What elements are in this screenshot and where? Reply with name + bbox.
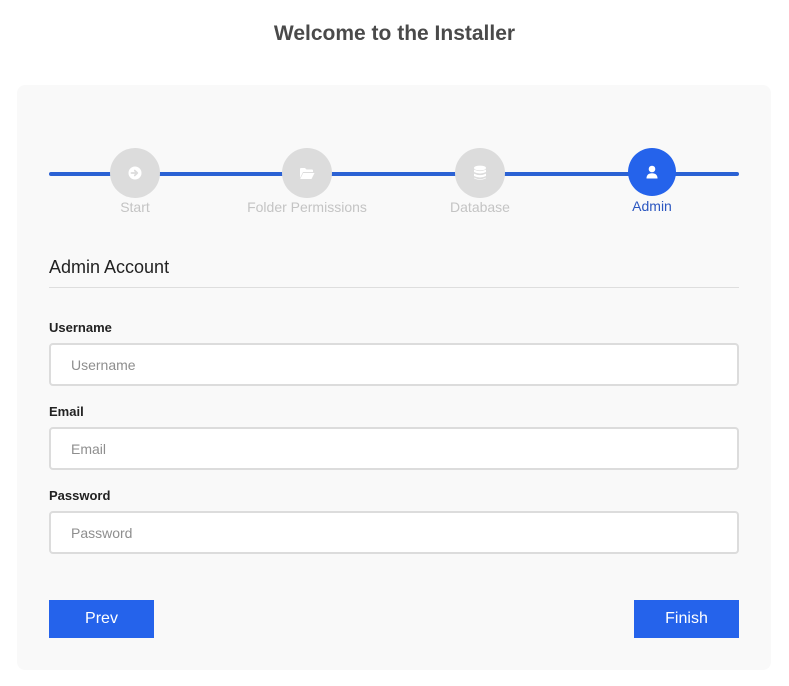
folder-open-icon bbox=[299, 167, 315, 180]
step-circle bbox=[628, 148, 676, 196]
user-icon bbox=[646, 165, 658, 179]
step-admin[interactable]: Admin bbox=[572, 148, 732, 214]
arrow-right-circle-icon bbox=[128, 166, 142, 180]
prev-button[interactable]: Prev bbox=[49, 600, 154, 638]
step-label: Start bbox=[120, 199, 150, 215]
step-circle bbox=[110, 148, 160, 198]
email-input[interactable] bbox=[49, 427, 739, 470]
step-database[interactable]: Database bbox=[400, 148, 560, 215]
finish-button[interactable]: Finish bbox=[634, 600, 739, 638]
password-label: Password bbox=[49, 488, 111, 503]
page-title: Welcome to the Installer bbox=[273, 22, 516, 45]
stepper: Start Folder Permissions Database Admin bbox=[17, 85, 771, 225]
step-label: Folder Permissions bbox=[247, 199, 367, 215]
section-divider bbox=[49, 287, 739, 288]
step-folder-permissions[interactable]: Folder Permissions bbox=[227, 148, 387, 215]
username-label: Username bbox=[49, 320, 112, 335]
section-title: Admin Account bbox=[49, 257, 170, 277]
step-start[interactable]: Start bbox=[55, 148, 215, 215]
installer-card: Start Folder Permissions Database Admin … bbox=[17, 85, 771, 670]
step-circle bbox=[455, 148, 505, 198]
step-label: Database bbox=[450, 199, 510, 215]
step-label: Admin bbox=[632, 198, 672, 214]
password-input[interactable] bbox=[49, 511, 739, 554]
step-circle bbox=[282, 148, 332, 198]
email-label: Email bbox=[49, 404, 84, 419]
username-input[interactable] bbox=[49, 343, 739, 386]
database-icon bbox=[473, 165, 487, 181]
